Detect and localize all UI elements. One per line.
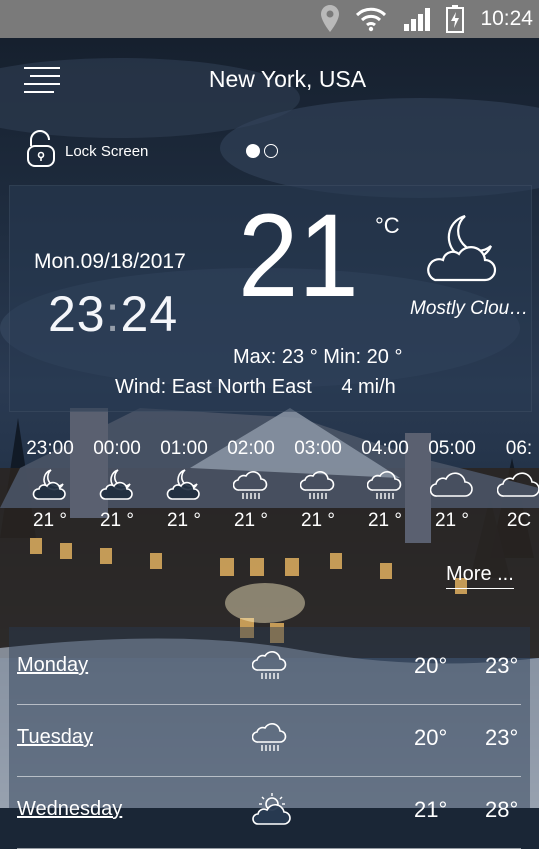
hourly-temp: 2C — [506, 510, 532, 531]
temperature-unit: °C — [375, 213, 400, 238]
wifi-icon — [354, 0, 388, 38]
day-high-temp: 23° — [485, 725, 519, 750]
moon-cloud-icon — [421, 212, 499, 293]
current-date: Mon.09/18/2017 — [34, 250, 186, 273]
wind-label: Wind: — [115, 376, 167, 398]
day-low-temp: 20° — [414, 725, 448, 750]
rain-cloud-icon — [218, 468, 284, 502]
day-name[interactable]: Monday — [17, 654, 88, 677]
day-high-temp: 28° — [485, 797, 519, 822]
hourly-item[interactable]: 06: 2C — [486, 438, 539, 532]
hourly-time: 05:00 — [428, 438, 476, 459]
current-clock: 23:24 — [48, 285, 178, 343]
hourly-time: 06: — [505, 438, 533, 459]
more-button[interactable]: More ... — [446, 563, 514, 589]
signal-icon — [402, 0, 434, 38]
hourly-item[interactable]: 05:00 21 ° — [419, 438, 485, 532]
status-time: 10:24 — [480, 7, 533, 30]
wind-speed: 4 mi/h — [341, 376, 396, 398]
day-name[interactable]: Wednesday — [17, 798, 122, 821]
wind-direction: East North East — [171, 376, 312, 398]
daily-row[interactable]: Tuesday 20° 23° — [17, 706, 521, 777]
min-value: 20 ° — [366, 346, 403, 368]
hourly-temp: 21 ° — [99, 510, 134, 531]
hourly-time: 03:00 — [294, 438, 342, 459]
wind-info: Wind: East North East 4 mi/h — [115, 376, 396, 399]
lock-screen-button[interactable]: Lock Screen — [26, 130, 148, 173]
hourly-temp: 21 ° — [434, 510, 469, 531]
daily-row[interactable]: Monday 20° 23° — [17, 634, 521, 705]
city-title[interactable]: New York, USA — [0, 66, 539, 93]
hourly-item[interactable]: 01:00 21 ° — [151, 438, 217, 532]
current-temperature: 21 — [238, 190, 359, 322]
hourly-time: 04:00 — [361, 438, 409, 459]
sun-cloud-icon — [252, 792, 292, 831]
rain-cloud-icon — [251, 648, 288, 687]
hourly-temp: 21 ° — [166, 510, 201, 531]
lock-screen-label: Lock Screen — [65, 143, 149, 160]
hourly-temp: 21 ° — [32, 510, 67, 531]
max-min-temperature: Max: 23 ° Min: 20 ° — [233, 346, 402, 369]
hourly-item[interactable]: 23:00 21 ° — [17, 438, 83, 532]
min-label: Min: — [323, 346, 362, 368]
hourly-time: 00:00 — [93, 438, 141, 459]
hourly-temp: 21 ° — [300, 510, 335, 531]
page-dot[interactable] — [264, 144, 278, 158]
moon-cloud-icon — [84, 468, 150, 502]
current-condition: Mostly Clou… — [410, 298, 529, 319]
clock-hours: 23 — [48, 286, 106, 342]
hourly-forecast[interactable]: 23:00 21 ° 00:00 21 ° 01:00 21 ° 02:00 21 ° 03:0… — [0, 438, 539, 548]
day-low-temp: 20° — [414, 653, 448, 678]
day-low-temp: 21° — [414, 797, 448, 822]
moon-cloud-icon — [151, 468, 217, 502]
hourly-temp: 21 ° — [367, 510, 402, 531]
hourly-time: 23:00 — [26, 438, 74, 459]
day-name[interactable]: Tuesday — [17, 726, 93, 749]
moon-cloud-icon — [17, 468, 83, 502]
battery-charging-icon — [444, 0, 466, 38]
page-indicator — [246, 144, 282, 158]
clock-minutes: 24 — [120, 286, 179, 342]
hourly-time: 02:00 — [227, 438, 275, 459]
rain-cloud-icon — [251, 720, 288, 759]
clock-separator: : — [105, 286, 121, 342]
page-dot-active[interactable] — [246, 144, 260, 158]
max-value: 23 ° — [281, 346, 318, 368]
hourly-item[interactable]: 03:00 21 ° — [285, 438, 351, 532]
daily-row[interactable]: Wednesday 21° 28° — [17, 778, 521, 849]
unlock-padlock-icon — [26, 130, 56, 173]
hourly-time: 01:00 — [160, 438, 208, 459]
hourly-temp: 21 ° — [233, 510, 268, 531]
max-label: Max: — [233, 346, 277, 368]
cloud-icon — [486, 468, 539, 502]
day-high-temp: 23° — [485, 653, 519, 678]
rain-cloud-icon — [285, 468, 351, 502]
cloud-icon — [419, 468, 485, 502]
rain-cloud-icon — [352, 468, 418, 502]
status-bar: 10:24 — [0, 0, 539, 38]
hourly-item[interactable]: 04:00 21 ° — [352, 438, 418, 532]
hourly-item[interactable]: 02:00 21 ° — [218, 438, 284, 532]
location-pin-icon — [318, 0, 342, 38]
hourly-item[interactable]: 00:00 21 ° — [84, 438, 150, 532]
